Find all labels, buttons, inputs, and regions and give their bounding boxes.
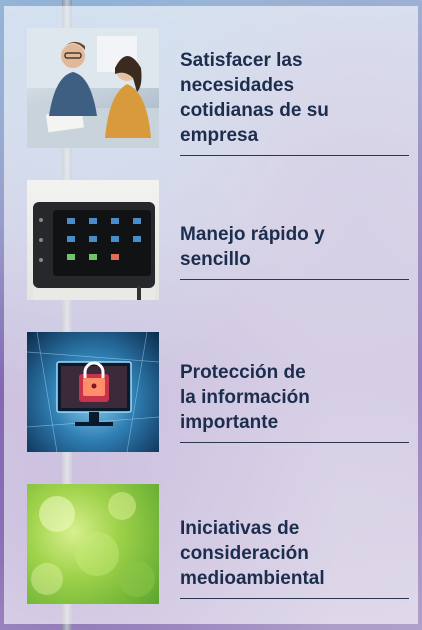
feature-title-line: consideración bbox=[180, 543, 309, 564]
feature-title[interactable]: Iniciativas de consideración medioambien… bbox=[180, 516, 409, 599]
feature-title-line: medioambiental bbox=[180, 568, 325, 589]
feature-panel: Satisfacer las necesidades cotidianas de… bbox=[4, 6, 418, 624]
feature-title-line: Manejo rápido y bbox=[180, 224, 325, 245]
feature-title-line: empresa bbox=[180, 125, 259, 146]
feature-title-line: importante bbox=[180, 412, 279, 433]
feature-item-easy-operation[interactable]: Manejo rápido y sencillo bbox=[27, 180, 413, 300]
feature-title-line: necesidades bbox=[180, 75, 295, 96]
feature-title-line: sencillo bbox=[180, 249, 251, 270]
printer-panel-image bbox=[27, 180, 159, 300]
feature-item-daily-needs[interactable]: Satisfacer las necesidades cotidianas de… bbox=[27, 28, 413, 156]
green-nature-image bbox=[27, 484, 159, 604]
feature-item-information-protection[interactable]: Protección de la información importante bbox=[27, 332, 413, 452]
feature-item-environmental[interactable]: Iniciativas de consideración medioambien… bbox=[27, 484, 413, 604]
feature-title[interactable]: Protección de la información importante bbox=[180, 360, 409, 443]
security-lock-image bbox=[27, 332, 159, 452]
feature-title-line: Iniciativas de bbox=[180, 518, 300, 539]
feature-title-line: Protección de bbox=[180, 362, 306, 383]
feature-title-line: cotidianas de su bbox=[180, 100, 329, 121]
business-meeting-image bbox=[27, 28, 159, 148]
feature-title-line: la información bbox=[180, 387, 310, 408]
feature-title[interactable]: Satisfacer las necesidades cotidianas de… bbox=[180, 48, 409, 156]
feature-title-line: Satisfacer las bbox=[180, 50, 303, 71]
feature-title[interactable]: Manejo rápido y sencillo bbox=[180, 222, 409, 280]
